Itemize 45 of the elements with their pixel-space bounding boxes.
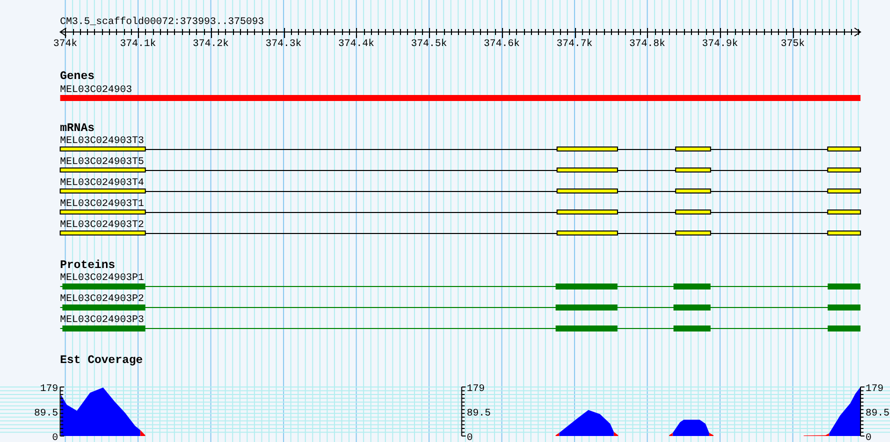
protein-drawing[interactable] (60, 284, 861, 290)
track-title: Proteins (60, 259, 116, 272)
track-title: mRNAs (60, 122, 95, 135)
axis-label: 89.5 (466, 408, 491, 420)
axis-label: 0 (466, 433, 473, 442)
tick-label: 374.2k (192, 39, 229, 50)
tick-label: 374.4k (338, 39, 374, 50)
axis-label: 89.5 (34, 408, 58, 420)
protein-drawing[interactable] (60, 326, 861, 332)
transcript-drawing[interactable] (60, 146, 861, 152)
protein-label[interactable]: MEL03C024903P1 (60, 273, 144, 284)
protein-label[interactable]: MEL03C024903P3 (60, 315, 144, 326)
track-title: Est Coverage (60, 354, 143, 367)
tick-label: 375k (780, 39, 805, 50)
tick-label: 374.3k (266, 39, 302, 50)
gene-label[interactable]: MEL03C024903 (60, 85, 132, 96)
transcript-drawing[interactable] (60, 210, 861, 214)
tick-label: 374.8k (629, 39, 666, 50)
mrna-label[interactable]: MEL03C024903T2 (60, 220, 144, 231)
mrna-label[interactable]: MEL03C024903T5 (60, 157, 144, 168)
y-axis (860, 386, 865, 436)
tick-label: 374.1k (120, 39, 156, 50)
protein-drawing[interactable] (60, 304, 861, 310)
mrna-label[interactable]: MEL03C024903T3 (60, 136, 144, 147)
tick-label: 374k (53, 39, 78, 50)
axis-label: 179 (466, 384, 485, 395)
mrna-label[interactable]: MEL03C024903T4 (60, 178, 144, 189)
transcript-drawing[interactable] (60, 230, 861, 236)
tick-label: 374.5k (411, 39, 448, 50)
axis-label: 0 (52, 433, 58, 442)
transcript-drawing[interactable] (60, 168, 861, 172)
ruler-title: CM3.5_scaffold00072:373993..375093 (60, 17, 264, 28)
mrna-label[interactable]: MEL03C024903T1 (60, 199, 144, 210)
tick-label: 374.6k (484, 39, 520, 50)
y-axis (60, 386, 65, 436)
track-title: Genes (60, 70, 95, 83)
transcript-drawing[interactable] (60, 188, 861, 194)
axis-label: 179 (866, 384, 884, 395)
axis-label: 89.5 (866, 408, 890, 420)
axis-label: 179 (40, 384, 58, 395)
protein-label[interactable]: MEL03C024903P2 (60, 294, 144, 305)
axis-label: 0 (866, 433, 872, 442)
y-axis (461, 386, 466, 436)
tick-label: 374.9k (702, 39, 738, 50)
tick-label: 374.7k (556, 39, 593, 50)
